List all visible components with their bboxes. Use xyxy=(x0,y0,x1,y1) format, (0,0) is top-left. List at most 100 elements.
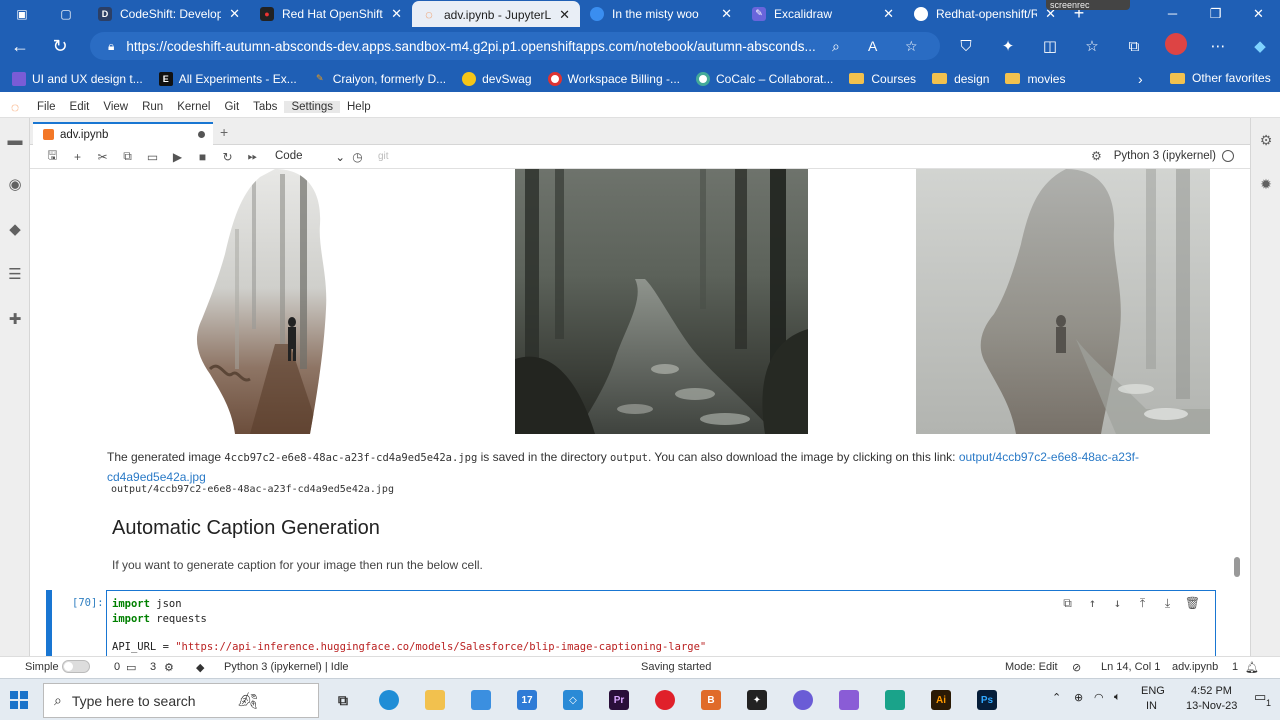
menu-run[interactable]: Run xyxy=(135,101,170,113)
menu-file[interactable]: File xyxy=(30,101,63,113)
window-close-icon[interactable]: ✕ xyxy=(1237,0,1280,27)
copy-icon[interactable]: ⧉ xyxy=(115,149,140,164)
back-icon[interactable]: ← xyxy=(0,27,40,65)
favorite-ui-ux[interactable]: UI and UX design t... xyxy=(12,71,143,86)
illustrator-icon[interactable]: Ai xyxy=(918,679,964,721)
duplicate-cell-icon[interactable]: ⧉ xyxy=(1055,596,1080,611)
windows-start-icon[interactable] xyxy=(10,691,28,709)
kernel-gear-icon[interactable]: ⚙ xyxy=(164,661,174,674)
menu-git[interactable]: Git xyxy=(217,101,246,113)
app-teal-icon[interactable] xyxy=(872,679,918,721)
other-favorites[interactable]: Other favorites xyxy=(1170,71,1271,85)
read-aloud-icon[interactable]: A xyxy=(868,38,877,54)
split-screen-icon[interactable]: ◫ xyxy=(1029,37,1071,55)
close-icon[interactable]: ✕ xyxy=(721,6,732,22)
delete-cell-icon[interactable]: 🗑︎ xyxy=(1180,596,1205,611)
copilot-icon[interactable]: ◆ xyxy=(1239,37,1280,55)
fast-forward-icon[interactable]: ⏩︎ xyxy=(240,149,265,164)
browser-tab-redhat[interactable]: ● Red Hat OpenShift D ✕ xyxy=(250,1,412,26)
notification-center-icon[interactable]: ▭ xyxy=(1254,689,1266,705)
clock-date[interactable]: 13-Nov-23 xyxy=(1186,700,1237,712)
restart-icon[interactable]: ↻ xyxy=(215,150,240,164)
run-icon[interactable]: ▶ xyxy=(165,150,190,164)
chevron-right-icon[interactable]: › xyxy=(1138,71,1143,87)
editor-mode[interactable]: Mode: Edit xyxy=(1005,661,1058,673)
close-icon[interactable]: ✕ xyxy=(883,6,894,22)
clock-icon[interactable]: ◷ xyxy=(345,150,370,164)
terminal-icon[interactable]: ▭ xyxy=(126,661,136,674)
insert-below-icon[interactable]: ⤓ xyxy=(1155,596,1180,611)
insert-above-icon[interactable]: ⤒ xyxy=(1130,596,1155,611)
close-icon[interactable]: ✕ xyxy=(559,7,570,23)
store-icon[interactable] xyxy=(458,679,504,721)
kernel-status-text[interactable]: Python 3 (ipykernel) | Idle xyxy=(224,661,349,673)
wifi-icon[interactable]: ◠ xyxy=(1094,691,1104,704)
menu-tabs[interactable]: Tabs xyxy=(246,101,284,113)
file-browser-icon[interactable]: ▬ xyxy=(6,131,24,149)
chevron-up-icon[interactable]: ⌃ xyxy=(1052,691,1061,704)
favorite-folder-courses[interactable]: Courses xyxy=(849,72,916,86)
simple-mode-toggle[interactable] xyxy=(62,660,90,673)
browser-tab-excalidraw[interactable]: ✎ Excalidraw ✕ xyxy=(742,1,904,26)
doc-tab-adv-ipynb[interactable]: adv.ipynb xyxy=(33,122,213,145)
close-icon[interactable]: ✕ xyxy=(391,6,402,22)
collections-icon[interactable]: ⧉ xyxy=(1113,38,1155,55)
premiere-icon[interactable]: Pr xyxy=(596,679,642,721)
taskbar-search[interactable]: ⌕ Type here to search 🍂︎ xyxy=(43,683,319,718)
clock-time[interactable]: 4:52 PM xyxy=(1191,685,1232,697)
move-down-icon[interactable]: ↓ xyxy=(1105,596,1130,611)
edge-icon[interactable] xyxy=(366,679,412,721)
extensions-puzzle-icon[interactable]: ✚ xyxy=(6,310,24,328)
code-editor[interactable]: import json import requests API_URL = "h… xyxy=(106,590,1216,656)
no-bug-icon[interactable]: ⊘ xyxy=(1072,661,1081,674)
browser-tab-codeshift[interactable]: D CodeShift: Developin ✕ xyxy=(88,1,250,26)
language-indicator[interactable]: ENG xyxy=(1141,685,1165,697)
minimize-icon[interactable]: ─ xyxy=(1151,0,1194,27)
debugger-icon[interactable]: ✹ xyxy=(1257,175,1275,193)
vscode-icon[interactable]: ◇ xyxy=(550,679,596,721)
gear-icon[interactable]: ⚙ xyxy=(1091,149,1102,163)
favorite-folder-movies[interactable]: movies xyxy=(1005,72,1065,86)
favorite-devswag[interactable]: devSwag xyxy=(462,71,532,86)
url-field[interactable]: 🔒︎ https://codeshift-autumn-absconds-dev… xyxy=(90,32,940,60)
menu-help[interactable]: Help xyxy=(340,101,378,113)
app-b-icon[interactable]: B xyxy=(688,679,734,721)
zoom-icon[interactable]: ⌕ xyxy=(832,38,840,55)
favorite-cocalc[interactable]: CoCalc – Collaborat... xyxy=(695,71,833,86)
git-icon[interactable]: ◆ xyxy=(6,220,24,238)
running-kernels-icon[interactable]: ◉ xyxy=(6,175,24,193)
table-of-contents-icon[interactable]: ☰ xyxy=(6,265,24,283)
refresh-icon[interactable]: ↻ xyxy=(40,27,80,65)
code-cell-active[interactable]: [70]: import json import requests API_UR… xyxy=(46,590,1216,656)
menu-kernel[interactable]: Kernel xyxy=(170,101,217,113)
favorite-folder-design[interactable]: design xyxy=(932,72,989,86)
figma-icon[interactable]: ✦ xyxy=(734,679,780,721)
file-explorer-icon[interactable] xyxy=(412,679,458,721)
menu-settings[interactable]: Settings xyxy=(284,100,340,113)
profile-icon[interactable] xyxy=(1155,33,1197,59)
clapper-icon[interactable] xyxy=(826,679,872,721)
favorite-experiments[interactable]: E All Experiments - Ex... xyxy=(158,71,297,86)
cell-type-select[interactable]: Code ⌄ xyxy=(275,150,345,164)
scrollbar-thumb[interactable] xyxy=(1234,557,1240,577)
notebook-scrollbar[interactable] xyxy=(1232,169,1242,656)
opera-icon[interactable] xyxy=(642,679,688,721)
photoshop-icon[interactable]: Ps xyxy=(964,679,1010,721)
maximize-icon[interactable]: ❐ xyxy=(1194,0,1237,27)
bell-icon[interactable]: 🔔︎ xyxy=(1245,661,1259,674)
task-view-icon[interactable]: ⧉ xyxy=(320,679,366,721)
shield-icon[interactable]: ⛉ xyxy=(945,38,987,55)
menu-edit[interactable]: Edit xyxy=(63,101,97,113)
unsaved-dot-icon[interactable] xyxy=(198,131,205,138)
cursor-position[interactable]: Ln 14, Col 1 xyxy=(1101,661,1160,673)
app-sphere-icon[interactable] xyxy=(780,679,826,721)
menu-view[interactable]: View xyxy=(96,101,135,113)
more-icon[interactable]: ⋯ xyxy=(1197,37,1239,55)
tab-actions-icon[interactable]: ▢ xyxy=(44,0,88,27)
network-icon[interactable]: ⊕ xyxy=(1074,691,1083,704)
move-up-icon[interactable]: ↑ xyxy=(1080,596,1105,611)
browser-tab-github[interactable]: Redhat-openshift/RE ✕ xyxy=(904,1,1066,26)
extensions-icon[interactable]: ✦ xyxy=(987,37,1029,55)
save-icon[interactable]: 🖫︎ xyxy=(40,146,65,167)
kernel-indicator[interactable]: ⚙ Python 3 (ipykernel) xyxy=(1091,149,1234,163)
